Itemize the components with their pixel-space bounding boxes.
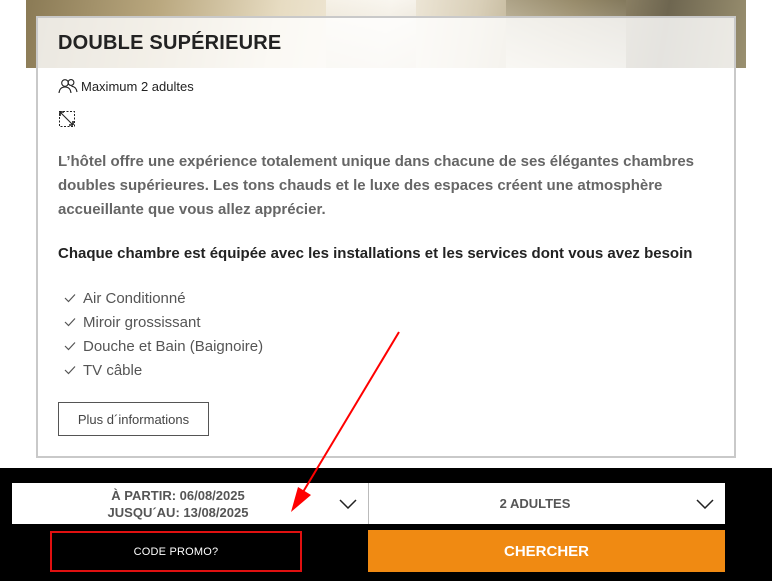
promo-code-link[interactable]: CODE PROMO?: [50, 531, 302, 572]
room-description: L’hôtel offre une expérience totalement …: [58, 153, 695, 218]
more-info-button[interactable]: Plus d´informations: [58, 402, 209, 436]
chevron-down-icon: [328, 498, 368, 509]
date-to: JUSQU´AU: 13/08/2025: [107, 504, 249, 520]
date-range-text: À PARTIR: 06/08/2025 JUSQU´AU: 13/08/202…: [12, 487, 328, 521]
guests-select[interactable]: 2 ADULTES: [369, 483, 725, 524]
room-capacity: Maximum 2 adultes: [58, 78, 194, 94]
check-icon: [64, 341, 77, 351]
amenity-item: Air Conditionné: [64, 286, 263, 310]
room-size-icon: [58, 110, 76, 133]
chevron-down-icon: [685, 498, 725, 509]
users-icon: [58, 79, 78, 94]
check-icon: [64, 293, 77, 303]
amenity-item: Douche et Bain (Baignoire): [64, 334, 263, 358]
date-from: À PARTIR: 06/08/2025: [111, 487, 245, 503]
amenity-label: Douche et Bain (Baignoire): [83, 337, 264, 355]
amenity-label: Air Conditionné: [83, 289, 186, 307]
amenities-list: Air Conditionné Miroir grossissant Douch…: [64, 286, 263, 382]
amenity-item: Miroir grossissant: [64, 310, 263, 334]
check-icon: [64, 365, 77, 375]
amenity-item: TV câble: [64, 358, 263, 382]
room-title: DOUBLE SUPÉRIEURE: [58, 32, 282, 54]
search-button[interactable]: CHERCHER: [368, 530, 725, 572]
equipment-heading: Chaque chambre est équipée avec les inst…: [58, 245, 693, 262]
guests-text: 2 ADULTES: [499, 496, 571, 511]
amenity-label: TV câble: [83, 361, 143, 379]
capacity-text: Maximum 2 adultes: [81, 78, 194, 94]
date-range-select[interactable]: À PARTIR: 06/08/2025 JUSQU´AU: 13/08/202…: [12, 483, 368, 524]
check-icon: [64, 317, 77, 327]
amenity-label: Miroir grossissant: [83, 313, 201, 331]
